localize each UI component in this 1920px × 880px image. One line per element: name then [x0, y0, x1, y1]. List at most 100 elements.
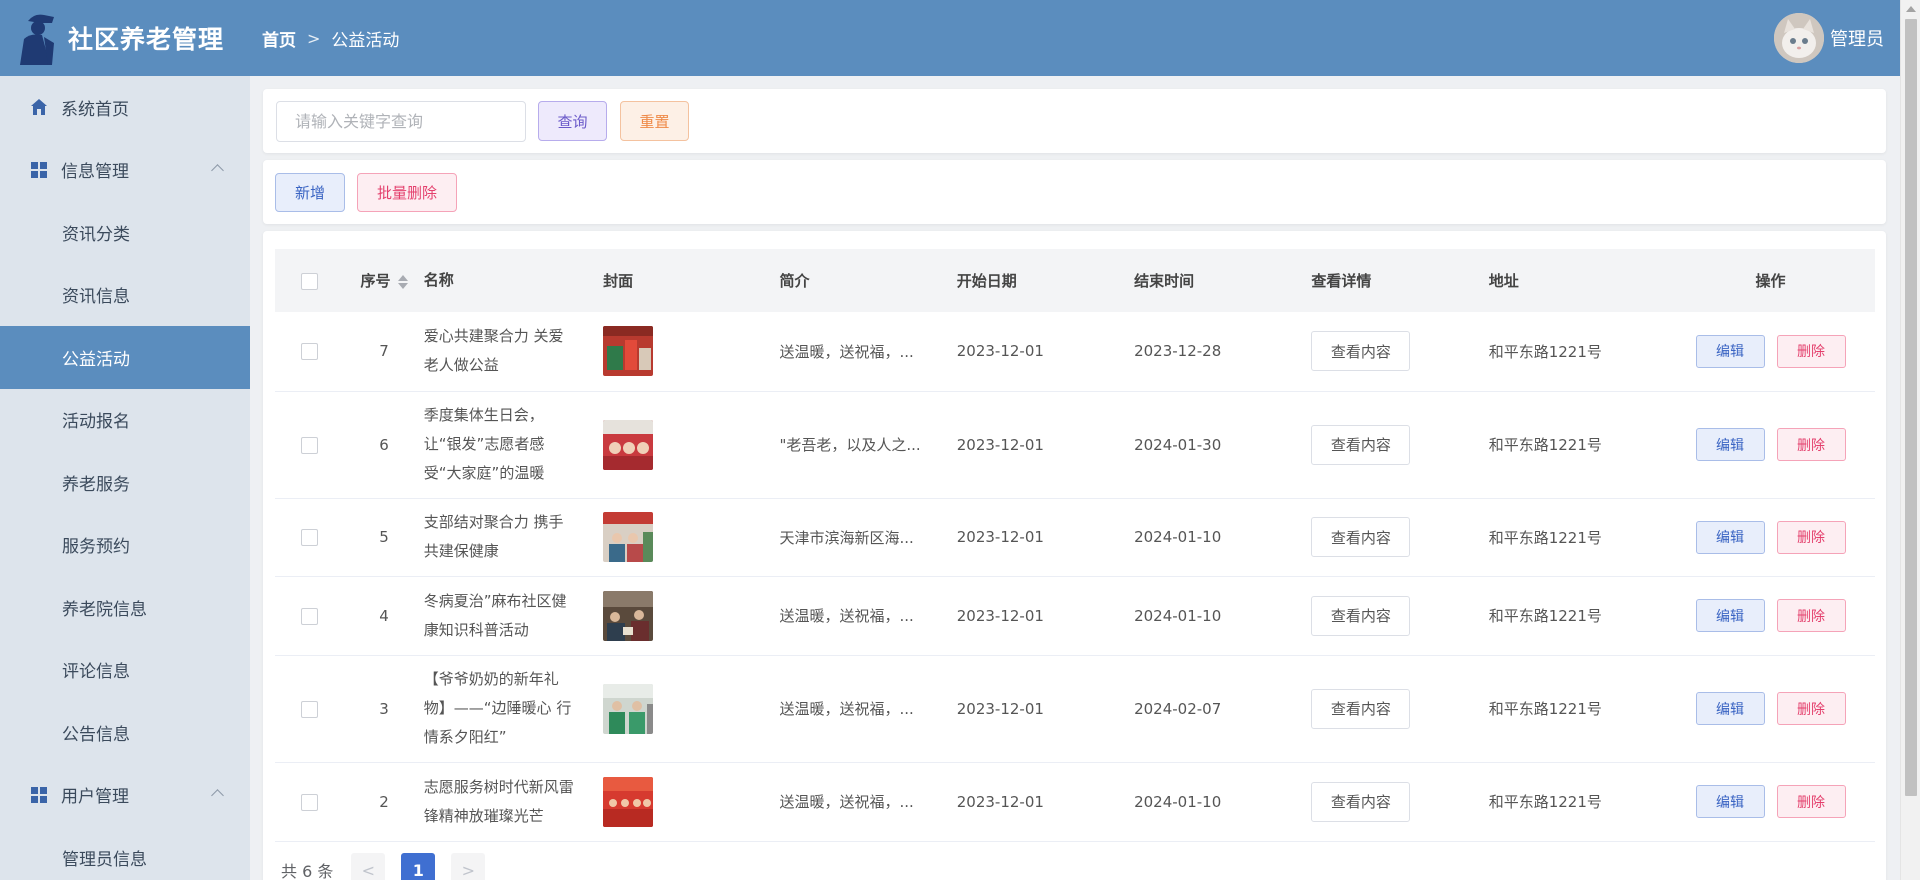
table-header-row: 序号 名称 封面 简介 开始日期 结束时间 查看详情 地址 操作 — [275, 249, 1875, 312]
row-start-date: 2023-12-01 — [956, 391, 1135, 499]
sidebar-item-notices[interactable]: 公告信息 — [0, 701, 250, 764]
edit-button[interactable]: 编辑 — [1695, 334, 1765, 368]
row-checkbox[interactable] — [301, 529, 319, 546]
table-row: 7 爱心共建聚合力 关爱老人做公益 送温暖，送祝福，... 2023-12-01… — [275, 312, 1875, 392]
row-ops-cell: 编辑 删除 — [1666, 762, 1875, 842]
batch-delete-button[interactable]: 批量删除 — [357, 173, 457, 212]
delete-button[interactable]: 删除 — [1776, 520, 1846, 554]
row-ops-cell: 编辑 删除 — [1666, 655, 1875, 763]
row-cover-cell — [603, 655, 780, 763]
row-detail-cell: 查看内容 — [1311, 498, 1489, 577]
row-no: 3 — [344, 655, 424, 763]
row-start-date: 2023-12-01 — [956, 762, 1135, 842]
delete-button[interactable]: 删除 — [1776, 334, 1846, 368]
search-panel: 查询 重置 — [263, 89, 1886, 153]
cover-image[interactable] — [603, 419, 654, 470]
add-button[interactable]: 新增 — [275, 173, 345, 212]
header-cover: 封面 — [603, 272, 634, 290]
sidebar: 系统首页 信息管理 资讯分类 资讯信息 公益活动 活动报名 养老服务 服务预约 … — [0, 76, 250, 880]
view-content-button[interactable]: 查看内容 — [1311, 781, 1411, 822]
page-number-button[interactable]: 1 — [401, 853, 436, 880]
header-no[interactable]: 序号 — [344, 249, 423, 312]
row-checkbox[interactable] — [301, 343, 319, 361]
search-input[interactable] — [276, 101, 526, 142]
sidebar-item-label: 信息管理 — [61, 162, 129, 183]
sidebar-item-admin-info[interactable]: 管理员信息 — [0, 826, 250, 880]
row-end-date: 2024-01-30 — [1134, 391, 1312, 499]
row-cover-cell — [603, 576, 780, 656]
view-content-button[interactable]: 查看内容 — [1311, 595, 1411, 636]
home-icon — [31, 99, 47, 116]
row-checkbox[interactable] — [301, 607, 319, 625]
row-checkbox[interactable] — [301, 793, 319, 811]
delete-button[interactable]: 删除 — [1776, 428, 1846, 461]
sidebar-item-label: 活动报名 — [62, 412, 130, 433]
delete-button[interactable]: 删除 — [1776, 692, 1846, 725]
row-checkbox[interactable] — [301, 436, 319, 454]
row-cover-cell — [603, 498, 780, 577]
breadcrumb-home[interactable]: 首页 — [262, 26, 296, 51]
sidebar-item-elder-service[interactable]: 养老服务 — [0, 451, 250, 514]
table-row: 6 季度集体生日会，让“银发”志愿者感受“大家庭”的温暖 "老吾老，以及人之..… — [275, 391, 1875, 499]
sidebar-item-activity-signup[interactable]: 活动报名 — [0, 389, 250, 452]
row-name: 支部结对聚合力 携手共建保健康 — [423, 498, 604, 577]
elder-logo-icon — [20, 14, 54, 65]
row-intro: 送温暖，送祝福，... — [779, 312, 957, 392]
row-detail-cell: 查看内容 — [1311, 655, 1489, 763]
row-select-cell — [275, 762, 345, 842]
view-content-button[interactable]: 查看内容 — [1311, 424, 1411, 465]
edit-button[interactable]: 编辑 — [1695, 599, 1765, 632]
reset-button[interactable]: 重置 — [620, 101, 689, 141]
grid-icon — [31, 161, 47, 178]
row-name: 冬病夏治”麻布社区健康知识科普活动 — [423, 576, 604, 656]
sidebar-item-label: 资讯信息 — [62, 287, 130, 308]
sidebar-item-comments[interactable]: 评论信息 — [0, 639, 250, 702]
select-all-checkbox[interactable] — [301, 272, 319, 290]
sort-icon[interactable] — [397, 274, 408, 289]
edit-button[interactable]: 编辑 — [1695, 785, 1765, 818]
page-scrollbar[interactable] — [1900, 0, 1920, 880]
sidebar-item-nursing-home[interactable]: 养老院信息 — [0, 576, 250, 639]
sidebar-item-news-category[interactable]: 资讯分类 — [0, 201, 250, 264]
row-select-cell — [275, 312, 345, 392]
sidebar-item-service-booking[interactable]: 服务预约 — [0, 514, 250, 577]
cover-image[interactable] — [603, 512, 654, 562]
row-end-date: 2024-01-10 — [1134, 576, 1312, 656]
sidebar-item-news[interactable]: 资讯信息 — [0, 264, 250, 327]
sidebar-group-info[interactable]: 信息管理 — [0, 139, 250, 202]
view-content-button[interactable]: 查看内容 — [1311, 331, 1411, 372]
row-intro: 天津市滨海新区海... — [779, 498, 957, 577]
row-detail-cell: 查看内容 — [1311, 576, 1489, 656]
user-name[interactable]: 管理员 — [1830, 25, 1884, 51]
row-address: 和平东路1221号 — [1488, 391, 1666, 499]
cover-image[interactable] — [603, 683, 654, 734]
edit-button[interactable]: 编辑 — [1695, 428, 1765, 461]
sidebar-item-charity-activity[interactable]: 公益活动 — [0, 326, 250, 389]
header-operations: 操作 — [1755, 272, 1786, 290]
query-button[interactable]: 查询 — [538, 101, 607, 141]
scroll-thumb[interactable] — [1905, 19, 1917, 796]
sidebar-group-users[interactable]: 用户管理 — [0, 764, 250, 827]
view-content-button[interactable]: 查看内容 — [1311, 688, 1411, 729]
delete-button[interactable]: 删除 — [1776, 785, 1846, 818]
user-menu[interactable]: 管理员 — [1774, 13, 1884, 63]
edit-button[interactable]: 编辑 — [1695, 692, 1765, 725]
delete-button[interactable]: 删除 — [1776, 599, 1846, 632]
cover-image[interactable] — [603, 590, 654, 641]
scroll-up-arrow-icon[interactable] — [1906, 6, 1916, 12]
grid-icon — [31, 786, 47, 803]
cover-image[interactable] — [603, 326, 654, 377]
next-page-button[interactable]: > — [451, 853, 486, 880]
row-detail-cell: 查看内容 — [1311, 391, 1489, 499]
row-address: 和平东路1221号 — [1488, 312, 1666, 392]
app-logo: 社区养老管理 — [0, 11, 250, 65]
prev-page-button[interactable]: < — [351, 853, 386, 880]
avatar[interactable] — [1774, 13, 1824, 63]
cover-image[interactable] — [603, 776, 654, 827]
row-checkbox[interactable] — [301, 700, 319, 718]
sidebar-item-home[interactable]: 系统首页 — [0, 76, 250, 139]
edit-button[interactable]: 编辑 — [1695, 520, 1765, 554]
breadcrumb: 首页 > 公益活动 — [262, 26, 399, 51]
row-end-date: 2024-01-10 — [1134, 762, 1312, 842]
view-content-button[interactable]: 查看内容 — [1311, 517, 1411, 557]
